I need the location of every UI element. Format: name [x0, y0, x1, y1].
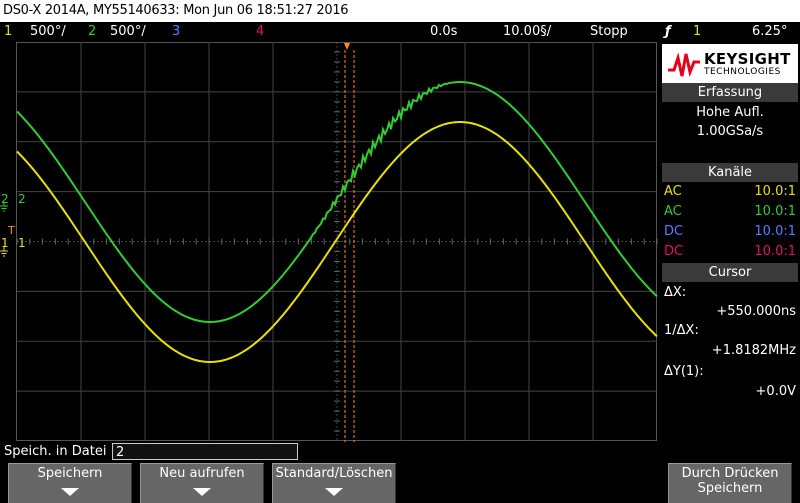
channels-header[interactable]: Kanäle: [662, 163, 798, 182]
recall-button-label: Neu aufrufen: [159, 466, 245, 481]
save-file-bar: Speich. in Datei = 2: [0, 442, 800, 462]
ch3-probe: 10.0:1: [754, 224, 796, 239]
ch1-ground-marker[interactable]: 1: [1, 236, 9, 250]
arrow-down-icon: [325, 488, 343, 496]
arrow-down-icon: [193, 488, 211, 496]
keysight-wave-icon: [668, 52, 700, 78]
sample-rate: 1.00GSa/s: [696, 124, 764, 139]
acquisition-mode: Hohe Aufl.: [696, 105, 764, 120]
ch2-ground-marker[interactable]: 2: [1, 192, 9, 206]
ch2-ground-label: 2: [18, 192, 26, 206]
cursor-header[interactable]: Cursor: [662, 263, 798, 282]
keysight-logo: KEYSIGHT TECHNOLOGIES: [662, 44, 798, 84]
acquisition-header[interactable]: Erfassung: [662, 83, 798, 102]
ch4-coupling: DC: [664, 244, 684, 259]
ch4-probe: 10.0:1: [754, 244, 796, 259]
logo-name: KEYSIGHT: [704, 50, 791, 68]
default-erase-button[interactable]: Standard/Löschen: [272, 463, 396, 503]
delta-x-label: ΔX:: [664, 285, 687, 300]
trigger-level-marker[interactable]: T: [8, 224, 15, 237]
arrow-down-icon: [61, 488, 79, 496]
status-bar: 1 500°/ 2 500°/ 3 4 0.0s 10.00§/ Stopp ƒ…: [0, 22, 800, 42]
press-to-save-button[interactable]: Durch Drücken Speichern: [668, 463, 792, 503]
title-bar: DS0-X 2014A, MY55140633: Mon Jun 06 18:5…: [0, 0, 800, 22]
trigger-level[interactable]: 6.25°: [752, 22, 787, 42]
waveform-svg: [0, 41, 658, 442]
save-file-input[interactable]: 2: [112, 443, 298, 460]
run-state: Stopp: [590, 24, 628, 39]
save-file-label: Speich. in Datei =: [4, 444, 122, 459]
waveform-display[interactable]: 2 2 T 1 1: [0, 41, 658, 442]
ch1-number[interactable]: 1: [4, 22, 12, 42]
ch2-probe: 10.0:1: [754, 204, 796, 219]
trigger-position-marker: [344, 43, 350, 50]
trigger-edge-icon: ƒ: [665, 24, 671, 39]
ch2-scale[interactable]: 500°/: [110, 22, 146, 42]
window-title: DS0-X 2014A, MY55140633: Mon Jun 06 18:5…: [3, 3, 349, 18]
delta-y-value: +0.0V: [755, 384, 796, 399]
ch1-coupling: AC: [664, 184, 682, 199]
save-button-label: Speichern: [37, 466, 103, 481]
default-erase-button-label: Standard/Löschen: [275, 466, 393, 481]
press-to-save-line1: Durch Drücken: [681, 466, 779, 481]
trigger-source[interactable]: 1: [693, 22, 701, 42]
ch2-coupling: AC: [664, 204, 682, 219]
time-scale[interactable]: 10.00§/: [503, 22, 551, 42]
recall-button[interactable]: Neu aufrufen: [140, 463, 264, 503]
save-button[interactable]: Speichern: [8, 463, 132, 503]
press-to-save-line2: Speichern: [697, 481, 763, 496]
logo-subtitle: TECHNOLOGIES: [704, 67, 781, 77]
inverse-delta-x-label: 1/ΔX:: [664, 323, 699, 338]
ch1-scale[interactable]: 500°/: [30, 22, 66, 42]
time-position[interactable]: 0.0s: [430, 22, 457, 42]
ch3-number[interactable]: 3: [172, 22, 180, 42]
ch3-coupling: DC: [664, 224, 684, 239]
ch1-probe: 10.0:1: [754, 184, 796, 199]
delta-y-label: ΔY(1):: [664, 364, 704, 379]
ch4-number[interactable]: 4: [256, 22, 264, 42]
delta-x-value: +550.000ns: [716, 304, 796, 319]
inverse-delta-x-value: +1.8182MHz: [711, 343, 796, 358]
ch2-number[interactable]: 2: [88, 22, 96, 42]
ch1-ground-label: 1: [18, 236, 26, 250]
side-panel: KEYSIGHT TECHNOLOGIES Erfassung Hohe Auf…: [660, 42, 800, 442]
